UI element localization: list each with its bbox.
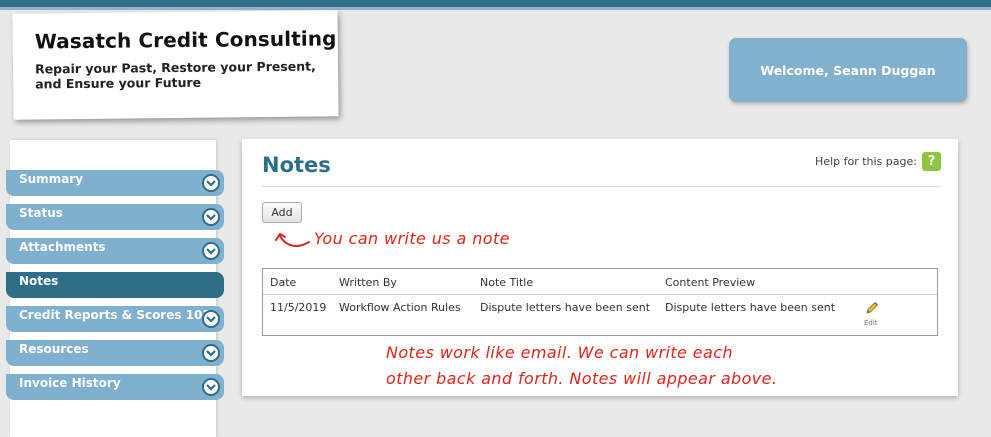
sidebar-item-label: Notes — [19, 274, 59, 288]
annotation-add-note: You can write us a note — [314, 229, 510, 248]
brand-title: Wasatch Credit Consulting — [34, 26, 337, 54]
sidebar-item-resources[interactable]: Resources — [6, 340, 224, 366]
sidebar-item-label: Attachments — [19, 240, 106, 254]
sidebar-item-summary[interactable]: Summary — [6, 170, 224, 196]
annotation-arrow-icon — [275, 233, 310, 247]
sidebar-item-label: Summary — [19, 172, 84, 186]
chevron-down-icon[interactable] — [202, 174, 220, 192]
column-header-note-title[interactable]: Note Title — [480, 276, 533, 289]
table-header-row: Date Written By Note Title Content Previ… — [263, 269, 937, 295]
brand-tagline: Repair your Past, Restore your Present, … — [34, 58, 316, 92]
sidebar-item-label: Credit Reports & Scores 101 — [19, 308, 211, 322]
sidebar-item-attachments[interactable]: Attachments — [6, 238, 224, 264]
notes-table: Date Written By Note Title Content Previ… — [262, 268, 938, 336]
chevron-down-icon[interactable] — [202, 344, 220, 362]
annotation-line-2: other back and forth. Notes will appear … — [386, 369, 778, 388]
sidebar-item-label: Invoice History — [19, 376, 121, 390]
help-link[interactable]: Help for this page: ? — [815, 152, 941, 171]
welcome-badge: Welcome, Seann Duggan — [729, 38, 967, 102]
brand-card: Wasatch Credit Consulting Repair your Pa… — [12, 10, 339, 120]
cell-content-preview: Dispute letters have been sent — [665, 301, 836, 314]
column-header-written-by[interactable]: Written By — [339, 276, 397, 289]
page-title: Notes — [262, 153, 331, 177]
sidebar-item-invoice-history[interactable]: Invoice History — [6, 374, 224, 400]
cell-date: 11/5/2019 — [270, 301, 327, 314]
sidebar-item-label: Status — [19, 206, 63, 220]
add-note-button[interactable]: Add — [262, 202, 302, 223]
cell-note-title: Dispute letters have been sent — [480, 301, 651, 314]
chevron-down-icon[interactable] — [202, 208, 220, 226]
pencil-icon[interactable] — [865, 300, 879, 319]
sidebar-item-credit-reports[interactable]: Credit Reports & Scores 101 — [6, 306, 224, 332]
sidebar-item-status[interactable]: Status — [6, 204, 224, 230]
cell-written-by: Workflow Action Rules — [339, 301, 461, 314]
column-header-date[interactable]: Date — [270, 276, 296, 289]
edit-link[interactable]: Edit — [864, 319, 878, 327]
help-label: Help for this page: — [815, 155, 917, 168]
top-bar-accent-line — [0, 7, 991, 10]
title-divider — [262, 186, 940, 187]
annotation-line-1: Notes work like email. We can write each — [386, 343, 733, 362]
sidebar-item-label: Resources — [19, 342, 89, 356]
chevron-down-icon[interactable] — [202, 242, 220, 260]
top-bar — [0, 0, 991, 7]
column-header-content-preview[interactable]: Content Preview — [665, 276, 755, 289]
help-icon[interactable]: ? — [922, 152, 941, 171]
chevron-down-icon[interactable] — [202, 378, 220, 396]
sidebar-item-notes[interactable]: Notes — [6, 272, 224, 298]
chevron-down-icon[interactable] — [202, 310, 220, 328]
